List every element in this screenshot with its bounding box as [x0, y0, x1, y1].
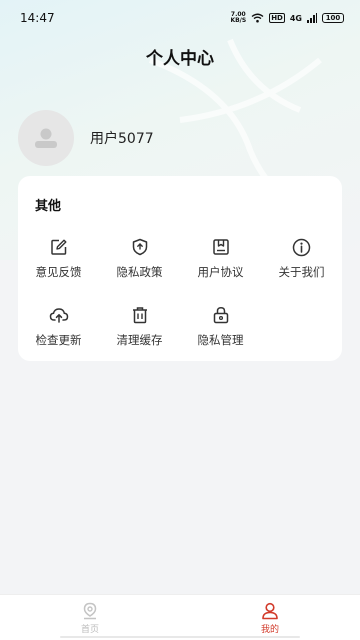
user-agreement-item[interactable]: 用户协议 — [180, 236, 261, 280]
check-update-item[interactable]: 检查更新 — [18, 304, 99, 348]
username: 用户5077 — [90, 131, 154, 147]
about-us-item[interactable]: 关于我们 — [261, 236, 342, 280]
privacy-management-label: 隐私管理 — [197, 333, 244, 347]
network-speed-unit: KB/S — [230, 17, 247, 24]
cloud-upload-icon — [49, 308, 68, 323]
feedback-item[interactable]: 意见反馈 — [18, 236, 99, 280]
page-title: 个人中心 — [146, 49, 214, 69]
section-title: 其他 — [35, 199, 62, 214]
other-card: 其他 意见反馈 隐私政策 用户协议 关于我们 检查更新 清理缓存 隐私管理 — [18, 176, 342, 361]
battery-level: 100 — [325, 14, 341, 22]
lock-icon — [213, 307, 228, 324]
tab-mine-label: 我的 — [260, 625, 279, 635]
tab-home[interactable]: 首页 — [0, 595, 180, 640]
about-us-label: 关于我们 — [278, 265, 325, 279]
trash-icon — [132, 307, 147, 324]
signal-icon — [307, 13, 317, 23]
home-indicator — [60, 636, 300, 638]
profile-section[interactable]: 用户5077 — [18, 110, 154, 166]
clear-cache-label: 清理缓存 — [116, 333, 163, 347]
wifi-icon — [251, 13, 264, 23]
check-update-label: 检查更新 — [35, 333, 82, 347]
battery-icon: 100 — [322, 13, 344, 23]
home-icon — [83, 602, 97, 620]
network-speed: 7.00 KB/S — [230, 12, 246, 24]
feedback-label: 意见反馈 — [35, 265, 82, 279]
privacy-policy-item[interactable]: 隐私政策 — [99, 236, 180, 280]
privacy-policy-label: 隐私政策 — [116, 265, 163, 279]
status-bar: 14:47 7.00 KB/S HD 4G 100 — [0, 0, 360, 36]
bottom-tab-bar: 首页 我的 — [0, 594, 360, 640]
status-time: 14:47 — [20, 11, 55, 25]
user-agreement-label: 用户协议 — [197, 265, 244, 279]
edit-icon — [50, 239, 66, 255]
tab-home-label: 首页 — [80, 625, 99, 635]
signal-label: 4G — [289, 13, 302, 23]
user-icon — [262, 602, 278, 620]
tab-mine[interactable]: 我的 — [180, 595, 360, 640]
avatar[interactable] — [18, 110, 74, 166]
hd-badge: HD — [269, 13, 285, 23]
user-placeholder-icon — [35, 128, 57, 148]
agreement-icon — [212, 239, 229, 255]
clear-cache-item[interactable]: 清理缓存 — [99, 304, 180, 348]
privacy-management-item[interactable]: 隐私管理 — [180, 304, 261, 348]
info-icon — [292, 238, 311, 256]
shield-icon — [132, 238, 147, 256]
